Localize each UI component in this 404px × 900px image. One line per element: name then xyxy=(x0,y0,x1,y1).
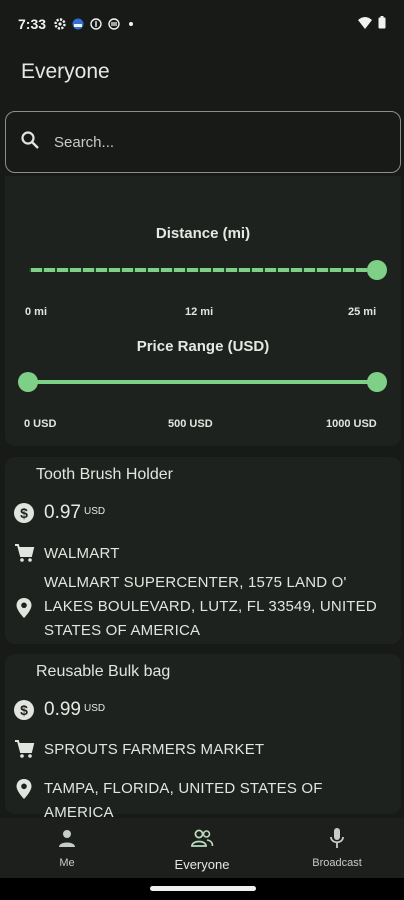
nav-label: Broadcast xyxy=(312,857,362,869)
address-line: STATES OF AMERICA xyxy=(44,622,201,639)
listing-price: 0.97 xyxy=(44,502,81,523)
settings-icon xyxy=(54,18,66,30)
search-input[interactable]: Search... xyxy=(5,111,401,173)
filter-panel: Distance (mi) 0 mi 12 mi 25 mi Price Ran… xyxy=(5,176,401,446)
battery-icon xyxy=(378,16,386,32)
distance-slider-ticks xyxy=(29,268,377,272)
bottom-navigation: Me Everyone Broadcast xyxy=(0,818,404,878)
nav-label: Me xyxy=(59,857,75,869)
svg-text:$: $ xyxy=(20,702,28,718)
nav-item-me[interactable]: Me xyxy=(0,818,134,878)
status-time: 7:33 xyxy=(18,16,47,32)
wifi-icon xyxy=(358,16,372,32)
group-icon xyxy=(190,828,214,853)
microphone-icon xyxy=(328,827,346,854)
gesture-bar xyxy=(0,878,404,900)
search-placeholder: Search... xyxy=(54,133,115,151)
nav-label: Everyone xyxy=(174,857,230,872)
location-pin-icon xyxy=(15,597,33,624)
price-slider-track[interactable] xyxy=(28,380,378,384)
nav-item-broadcast[interactable]: Broadcast xyxy=(270,818,404,878)
listing-price: 0.99 xyxy=(44,699,81,720)
shield-icon xyxy=(72,18,84,30)
listing-name: Tooth Brush Holder xyxy=(36,466,173,483)
price-slider-max-thumb[interactable] xyxy=(367,372,387,392)
distance-slider-thumb[interactable] xyxy=(367,260,387,280)
nav-item-everyone[interactable]: Everyone xyxy=(135,818,269,878)
location-pin-icon xyxy=(15,778,33,805)
cart-icon xyxy=(13,542,35,564)
cart-icon xyxy=(13,738,35,760)
price-slider-min-thumb[interactable] xyxy=(18,372,38,392)
price-min-label: 0 USD xyxy=(24,418,57,430)
price-max-label: 1000 USD xyxy=(326,418,377,430)
distance-label: Distance (mi) xyxy=(155,225,251,242)
listing-currency: USD xyxy=(83,505,106,517)
dot-icon xyxy=(126,19,136,29)
address-line: LAKES BOULEVARD, LUTZ, FL 33549, UNITED xyxy=(44,598,377,615)
address-line: WALMART SUPERCENTER, 1575 LAND O' xyxy=(44,574,347,591)
status-bar: 7:33 xyxy=(0,0,404,48)
listing-store: SPROUTS FARMERS MARKET xyxy=(44,740,265,758)
listing-name: Reusable Bulk bag xyxy=(36,663,171,680)
listing-card[interactable]: Reusable Bulk bag $ 0.99 USD SPROUTS FAR… xyxy=(5,654,401,821)
distance-mid-label: 12 mi xyxy=(185,306,214,318)
app-bar: Everyone xyxy=(0,48,404,100)
distance-min-label: 0 mi xyxy=(25,306,48,318)
dollar-icon: $ xyxy=(13,502,35,524)
page-title: Everyone xyxy=(21,60,110,83)
home-handle[interactable] xyxy=(150,886,256,891)
listing-store: WALMART xyxy=(44,544,120,562)
svg-text:$: $ xyxy=(20,505,28,521)
dollar-icon: $ xyxy=(13,699,35,721)
person-icon xyxy=(57,828,77,853)
listing-card[interactable]: Tooth Brush Holder $ 0.97 USD WALMART WA… xyxy=(5,457,401,644)
price-range-label: Price Range (USD) xyxy=(136,338,270,355)
sync-icon xyxy=(108,18,120,30)
listing-address: WALMART SUPERCENTER, 1575 LAND O' LAKES … xyxy=(44,571,394,643)
listing-currency: USD xyxy=(83,702,106,714)
search-icon xyxy=(20,130,40,155)
price-mid-label: 500 USD xyxy=(168,418,213,430)
distance-max-label: 25 mi xyxy=(348,306,377,318)
info-icon xyxy=(90,18,102,30)
